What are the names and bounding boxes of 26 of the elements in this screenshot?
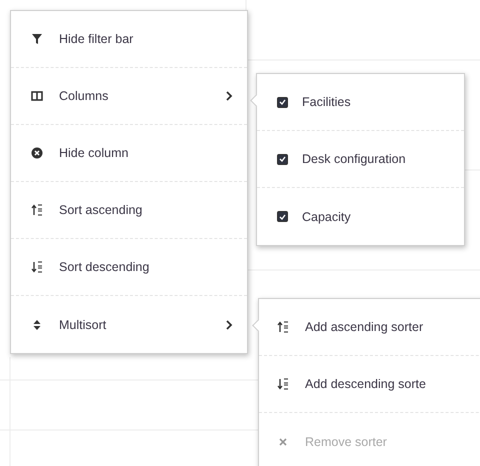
close-icon: [277, 436, 289, 448]
sort-icon: [31, 318, 43, 330]
checkmark-icon: [279, 214, 286, 220]
checkbox[interactable]: [277, 154, 288, 164]
funnel-icon: [31, 33, 43, 45]
columns-icon: [31, 90, 43, 102]
sort-ascending-icon: [277, 321, 289, 333]
menu-item[interactable]: Columns: [11, 68, 247, 125]
checkmark-icon: [279, 99, 286, 105]
checkbox[interactable]: [277, 211, 288, 222]
menu-item[interactable]: Capacity: [257, 188, 464, 245]
sort-ascending-icon: [31, 204, 43, 216]
menu-item[interactable]: Hide column: [11, 125, 247, 182]
menu-item[interactable]: Facilities: [257, 74, 464, 131]
menu-item[interactable]: Desk configuration: [257, 131, 464, 188]
menu-item[interactable]: Hide filter bar: [11, 11, 247, 68]
menu-item[interactable]: Sort descending: [11, 239, 247, 296]
checkbox[interactable]: [277, 96, 288, 108]
menu-item[interactable]: Multisort: [11, 296, 247, 353]
close-circle-icon: [31, 147, 43, 159]
checkmark-icon: [279, 156, 286, 162]
sort-descending-icon: [277, 378, 289, 390]
menu-item[interactable]: Sort ascending: [11, 182, 247, 239]
sort-descending-icon: [31, 261, 43, 273]
menu-item[interactable]: Add descending sorte: [259, 356, 480, 413]
menu-item[interactable]: Add ascending sorter: [259, 299, 480, 356]
